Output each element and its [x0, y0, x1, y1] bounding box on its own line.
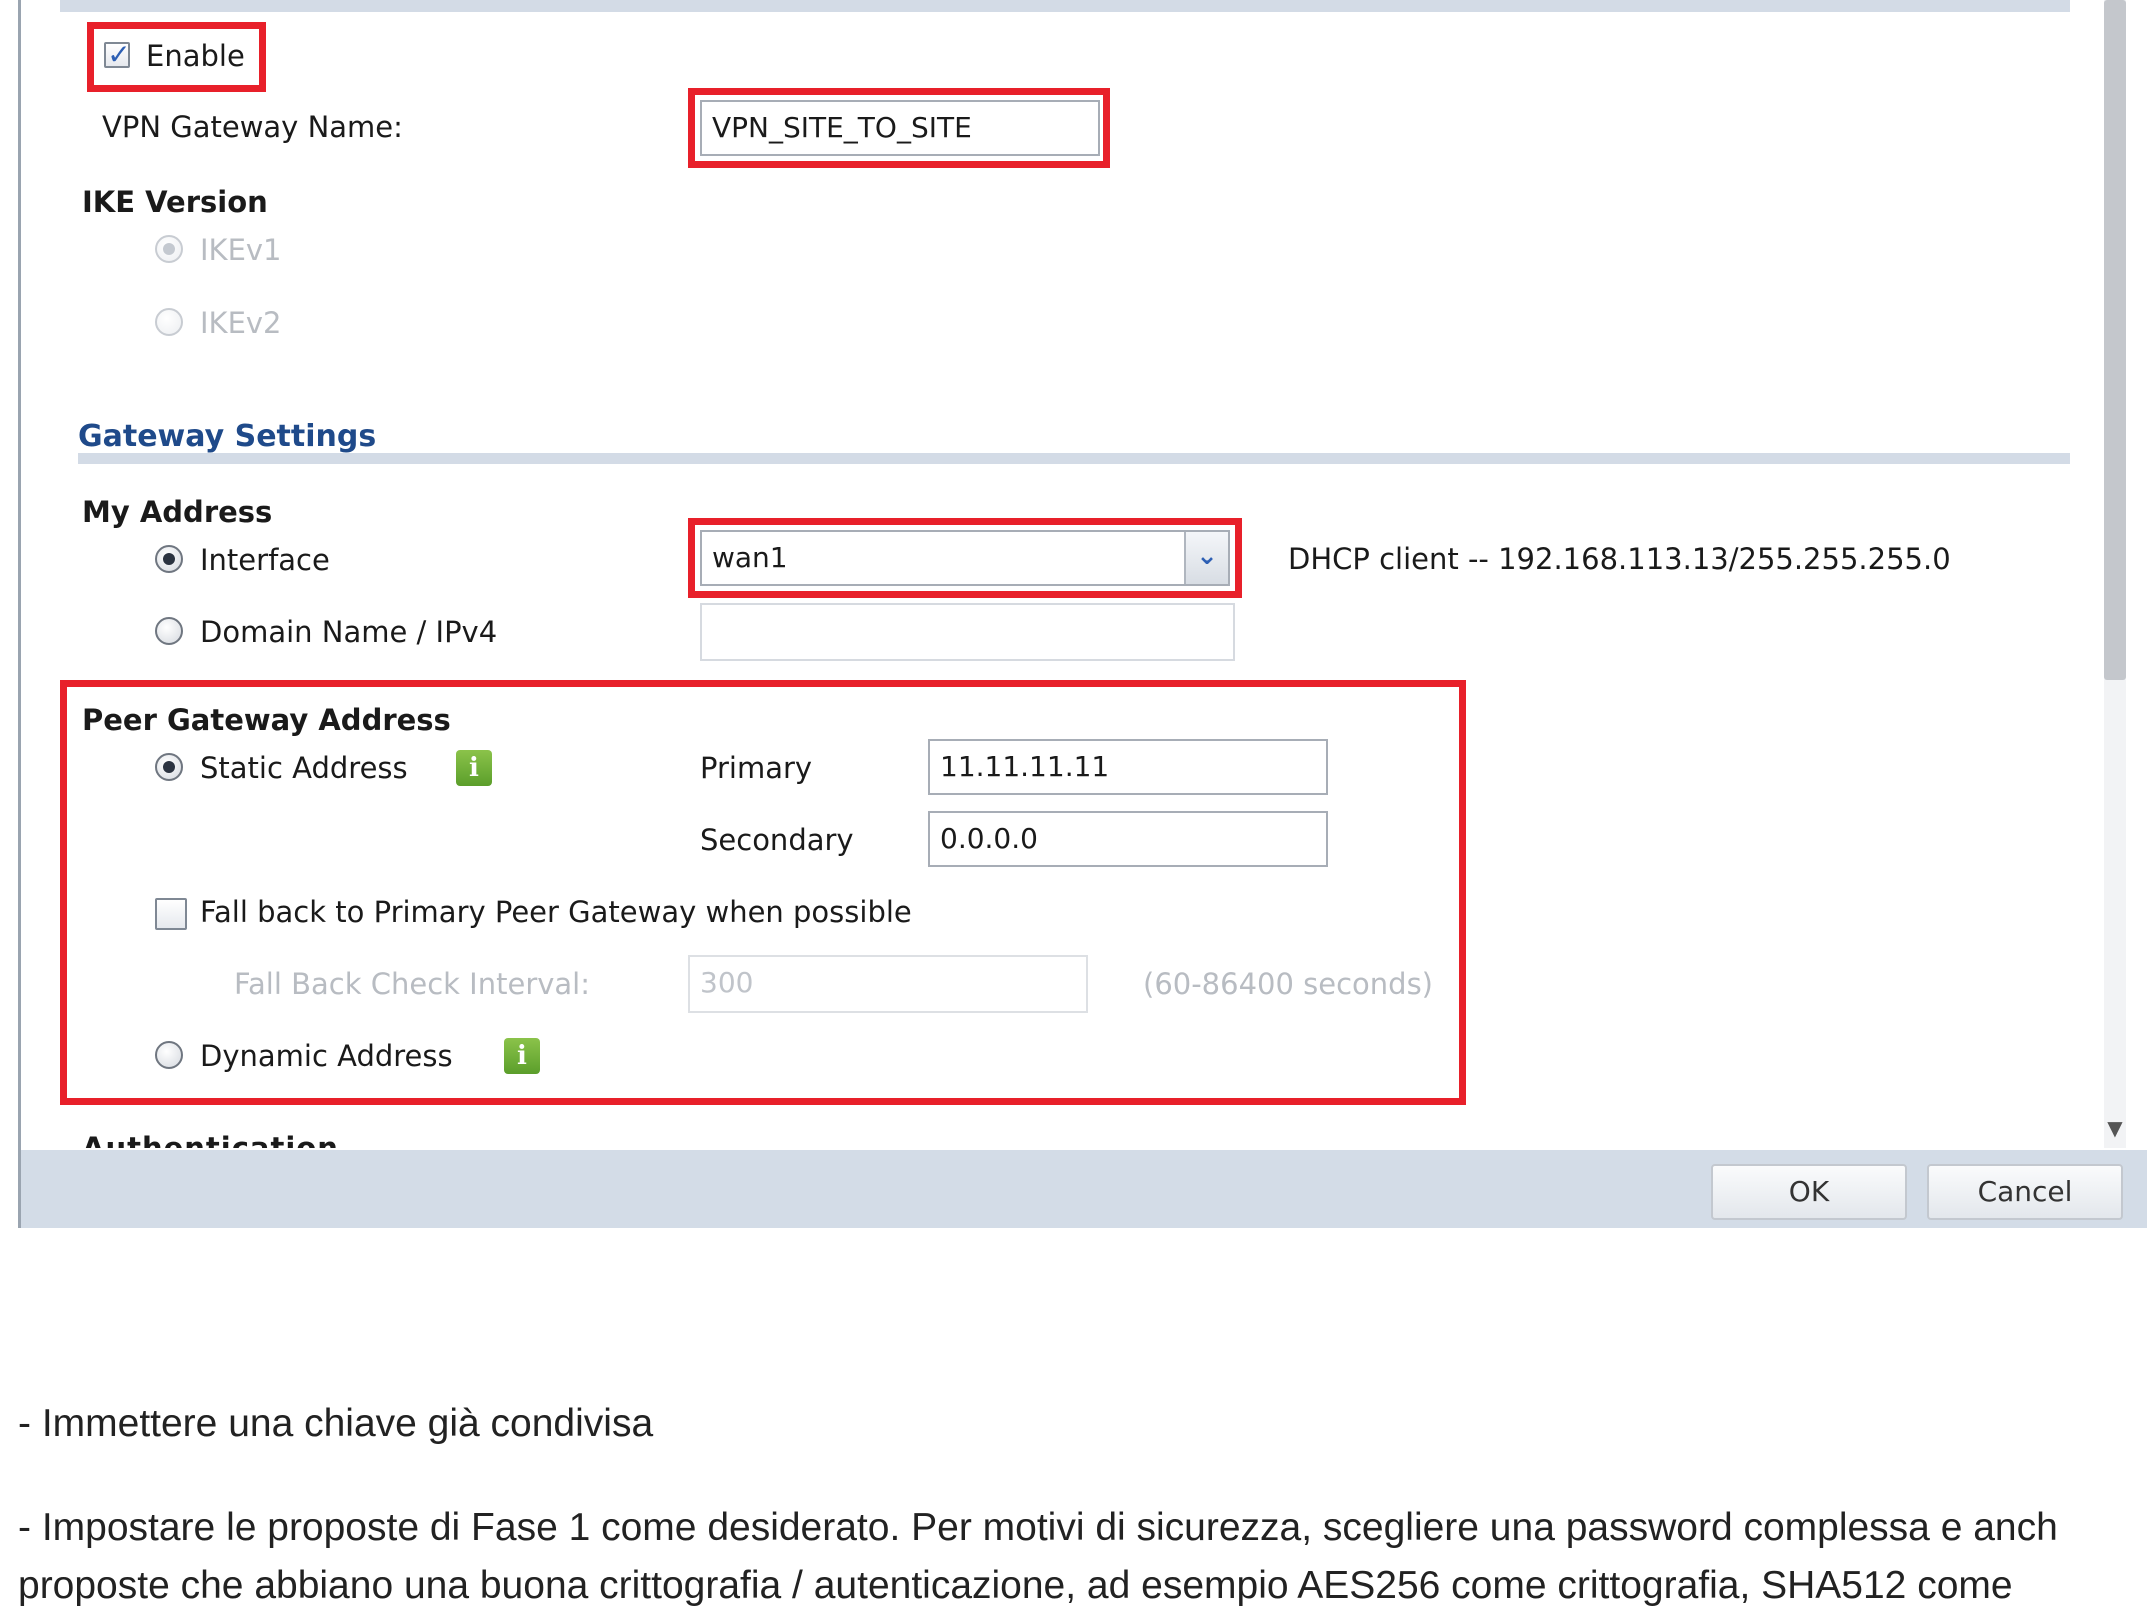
ike-version-heading: IKE Version	[82, 185, 268, 219]
interface-radio[interactable]	[155, 545, 183, 573]
highlight-vpn-gateway-name	[688, 88, 1110, 168]
radio-dot	[163, 553, 175, 565]
interface-info-text: DHCP client -- 192.168.113.13/255.255.25…	[1288, 542, 1951, 576]
vpn-gateway-dialog: ✓ Enable VPN Gateway Name: VPN_SITE_TO_S…	[0, 0, 2147, 1228]
top-separator	[60, 0, 2070, 12]
section-separator	[78, 453, 2070, 464]
article-line-1: - Immettere una chiave già condivisa	[18, 1402, 654, 1445]
highlight-peer-gateway	[60, 680, 1466, 1105]
next-section-clip: Authentication	[78, 1128, 378, 1149]
cancel-button[interactable]: Cancel	[1927, 1164, 2123, 1220]
dialog-left-border	[18, 0, 21, 1228]
scroll-down-icon[interactable]: ▼	[2104, 1116, 2126, 1140]
ikev2-label: IKEv2	[200, 306, 282, 340]
ikev2-radio[interactable]	[155, 308, 183, 336]
ikev1-label: IKEv1	[200, 233, 282, 267]
highlight-enable	[87, 22, 266, 92]
ok-button[interactable]: OK	[1711, 1164, 1907, 1220]
interface-label: Interface	[200, 543, 330, 577]
domain-name-radio[interactable]	[155, 617, 183, 645]
domain-name-label: Domain Name / IPv4	[200, 615, 498, 649]
my-address-heading: My Address	[82, 495, 273, 529]
article-line-3: proposte che abbiano una buona crittogra…	[18, 1564, 2013, 1607]
vpn-gateway-name-label: VPN Gateway Name:	[102, 110, 403, 144]
article-line-2: - Impostare le proposte di Fase 1 come d…	[18, 1506, 2058, 1549]
gateway-settings-title: Gateway Settings	[78, 419, 377, 454]
highlight-interface	[688, 518, 1242, 598]
radio-dot	[163, 243, 175, 255]
scrollbar-thumb[interactable]	[2104, 0, 2126, 680]
next-section-title: Authentication	[82, 1131, 339, 1149]
ikev1-radio[interactable]	[155, 235, 183, 263]
domain-name-input[interactable]	[700, 603, 1235, 661]
